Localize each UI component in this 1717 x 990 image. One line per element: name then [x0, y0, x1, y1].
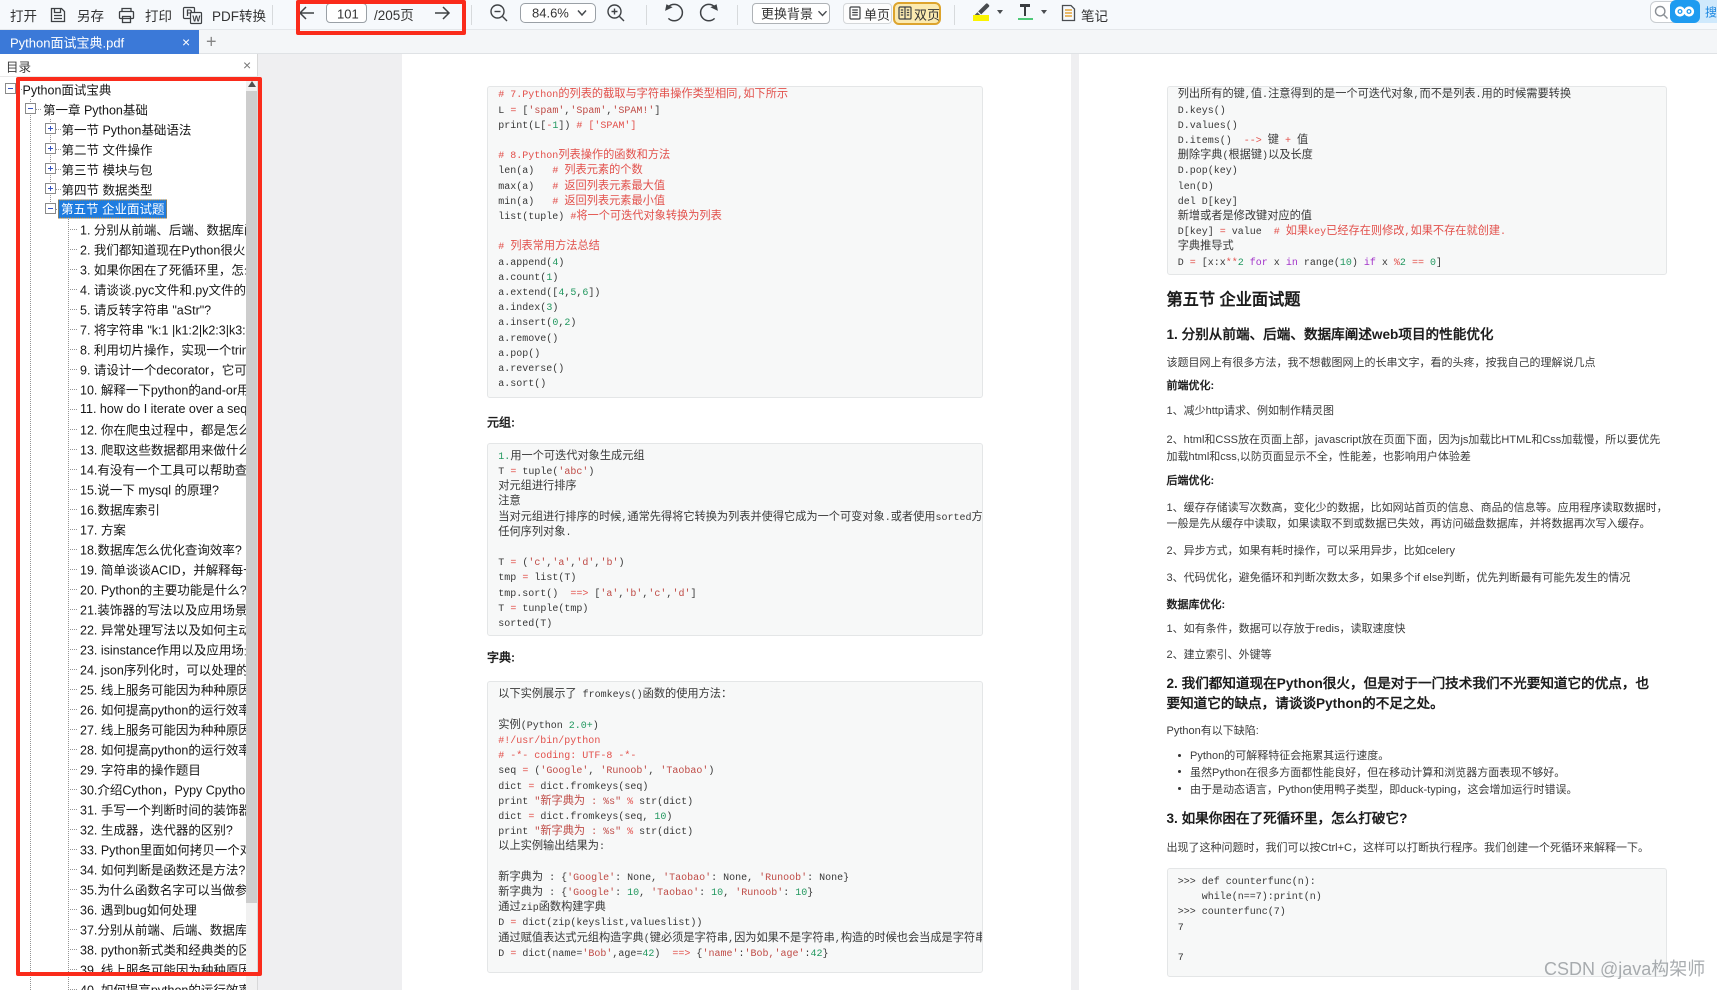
svg-text:W: W	[192, 13, 201, 23]
